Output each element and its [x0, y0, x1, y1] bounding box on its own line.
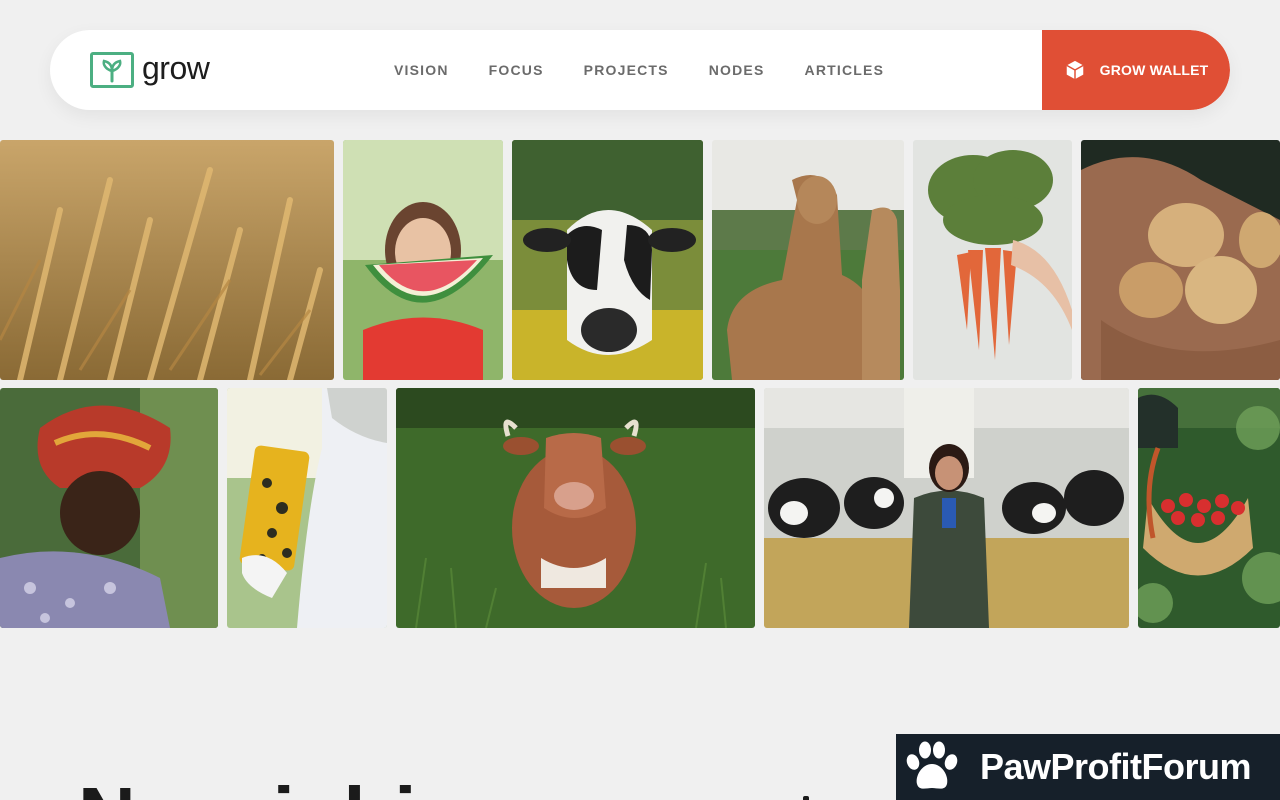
- grow-wallet-label: GROW WALLET: [1099, 62, 1209, 78]
- top-navbar: grow VISION FOCUS PROJECTS NODES ARTICLE…: [50, 30, 1230, 110]
- leaf-logo-icon: [90, 52, 134, 88]
- pawprofitforum-badge[interactable]: PawProfitForum: [896, 734, 1280, 800]
- nav-link-projects[interactable]: PROJECTS: [584, 62, 669, 78]
- carrots-bunch-photo: [913, 140, 1072, 380]
- grow-wallet-button[interactable]: GROW WALLET: [1042, 30, 1230, 110]
- paw-icon: [906, 741, 958, 789]
- logo[interactable]: grow: [90, 50, 210, 90]
- brown-cow-in-grass-photo: [396, 388, 755, 628]
- black-white-cow-photo: [512, 140, 703, 380]
- wheat-field-photo: [0, 140, 334, 380]
- nav-link-nodes[interactable]: NODES: [709, 62, 765, 78]
- farmer-in-cow-barn-photo: [764, 388, 1129, 628]
- cube-icon: [1066, 60, 1084, 80]
- nav-link-articles[interactable]: ARTICLES: [805, 62, 885, 78]
- nav-link-vision[interactable]: VISION: [394, 62, 449, 78]
- girl-with-watermelon-photo: [343, 140, 503, 380]
- hands-with-potatoes-photo: [1081, 140, 1280, 380]
- alpacas-photo: [712, 140, 904, 380]
- section-heading: Nourishing: [78, 776, 520, 800]
- logo-text: grow: [142, 50, 210, 86]
- beekeeper-honeycomb-photo: [227, 388, 387, 628]
- badge-text: PawProfitForum: [980, 746, 1252, 787]
- basket-of-strawberries-photo: [1138, 388, 1280, 628]
- woman-in-headwrap-photo: [0, 388, 218, 628]
- heading-fragment: [803, 796, 809, 800]
- nav-link-focus[interactable]: FOCUS: [489, 62, 544, 78]
- main-menu: VISION FOCUS PROJECTS NODES ARTICLES: [394, 30, 924, 110]
